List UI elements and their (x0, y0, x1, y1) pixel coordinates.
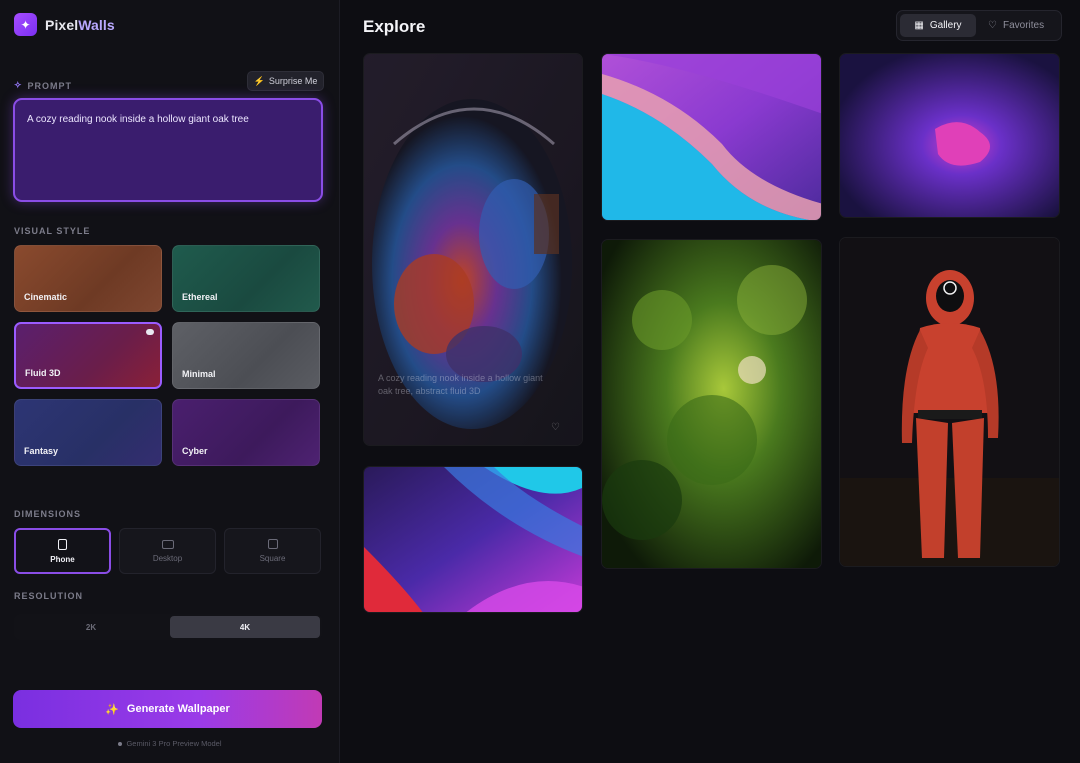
dimension-phone[interactable]: Phone (14, 528, 111, 574)
style-card-minimal[interactable]: Minimal (172, 322, 320, 389)
status-dot-icon (118, 742, 123, 747)
app-root: ✦ PixelWalls ✧ PROMPT ⚡ Surprise Me A co… (0, 0, 1080, 763)
lightning-icon: ⚡ (253, 75, 265, 86)
prompt-input[interactable]: A cozy reading nook inside a hollow gian… (13, 98, 323, 202)
neon-gradient-image (364, 467, 582, 612)
dimensions-selector: Phone Desktop Square (14, 528, 322, 574)
style-label: Fantasy (24, 446, 59, 456)
style-grid: Cinematic Ethereal Fluid 3D Minimal Fant… (14, 245, 322, 466)
gallery-item-neon-gradient[interactable] (363, 466, 583, 613)
square-icon (267, 539, 278, 549)
monitor-icon (161, 539, 174, 549)
resolution-selector: 2K 4K (14, 614, 322, 640)
sparkle-icon: ✦ (14, 13, 37, 36)
style-card-cyber[interactable]: Cyber (172, 399, 320, 466)
selected-indicator (146, 329, 154, 335)
surprise-me-button[interactable]: ⚡ Surprise Me (247, 71, 324, 91)
resolution-label: RESOLUTION (14, 591, 84, 601)
page-title: Explore (363, 17, 426, 36)
style-label: Fluid 3D (25, 368, 61, 378)
app-name: PixelWalls (45, 16, 115, 33)
magic-wand-icon: ✨ (105, 703, 119, 716)
dimension-desktop[interactable]: Desktop (119, 528, 216, 574)
wand-icon: ✧ (14, 80, 23, 90)
style-card-fantasy[interactable]: Fantasy (14, 399, 162, 466)
model-note: Gemini 3 Pro Preview Model (0, 739, 340, 748)
generate-wallpaper-button[interactable]: ✨ Generate Wallpaper (13, 690, 322, 728)
gallery-item-forest[interactable] (601, 239, 822, 569)
style-card-fluid-3d[interactable]: Fluid 3D (14, 322, 162, 389)
style-label: Minimal (182, 369, 216, 379)
main-content: Explore ▦ Gallery ♡ Favorites A cozy rea… (341, 0, 1080, 763)
gallery-item-red-suit-figure[interactable] (839, 237, 1060, 567)
gallery-item-purple-waves[interactable] (601, 53, 822, 221)
style-label: Cinematic (24, 292, 68, 302)
sidebar: ✦ PixelWalls ✧ PROMPT ⚡ Surprise Me A co… (0, 0, 340, 763)
style-card-cinematic[interactable]: Cinematic (14, 245, 162, 312)
tab-gallery[interactable]: ▦ Gallery (900, 14, 976, 37)
image-caption: A cozy reading nook inside a hollow gian… (378, 373, 543, 397)
purple-glow-image (840, 54, 1059, 217)
phone-icon (58, 538, 67, 550)
gallery-item-purple-glow[interactable] (839, 53, 1060, 218)
red-suit-figure-image (840, 238, 1059, 566)
dimensions-label: DIMENSIONS (14, 509, 82, 519)
style-card-ethereal[interactable]: Ethereal (172, 245, 320, 312)
grid-icon: ▦ (914, 20, 924, 31)
prompt-label: ✧ PROMPT (14, 80, 73, 91)
visual-style-label: VISUAL STYLE (14, 226, 91, 236)
gallery-item-reading-nook[interactable]: A cozy reading nook inside a hollow gian… (363, 53, 583, 446)
style-label: Ethereal (182, 292, 218, 302)
view-toggle: ▦ Gallery ♡ Favorites (896, 10, 1062, 41)
tab-favorites[interactable]: ♡ Favorites (980, 14, 1052, 37)
resolution-2k[interactable]: 2K (16, 616, 166, 638)
brand[interactable]: ✦ PixelWalls (14, 13, 115, 36)
heart-icon: ♡ (988, 20, 997, 31)
purple-waves-image (602, 54, 821, 220)
style-label: Cyber (182, 446, 208, 456)
forest-image (602, 240, 821, 568)
dimension-square[interactable]: Square (224, 528, 321, 574)
heart-icon[interactable]: ♡ (551, 422, 560, 433)
resolution-4k[interactable]: 4K (170, 616, 320, 638)
